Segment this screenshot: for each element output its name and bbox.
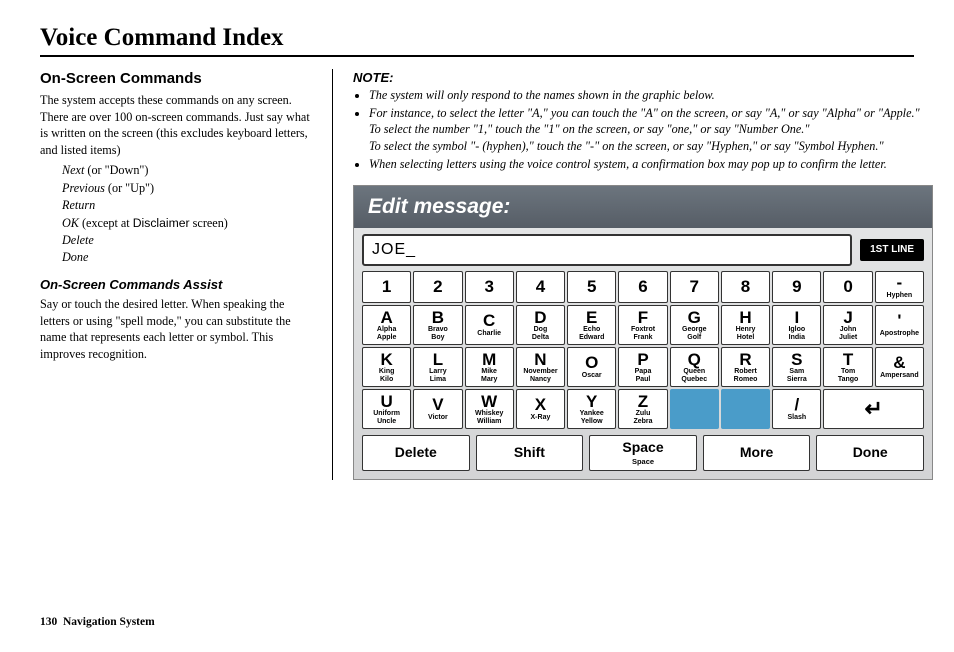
onscreen-body: The system accepts these commands on any… <box>40 92 310 158</box>
key-e[interactable]: EEcho Edward <box>567 305 616 345</box>
key-z[interactable]: ZZulu Zebra <box>618 389 667 429</box>
key-u[interactable]: UUniform Uncle <box>362 389 411 429</box>
bullet-2: For instance, to select the letter "A," … <box>369 105 933 154</box>
page-footer: 130 Navigation System <box>40 616 155 628</box>
key-hyphen[interactable]: -Hyphen <box>875 271 924 303</box>
key-t[interactable]: TTom Tango <box>823 347 872 387</box>
key-blank <box>721 389 770 429</box>
key-v[interactable]: VVictor <box>413 389 462 429</box>
btn-done[interactable]: Done <box>816 435 924 471</box>
key-0[interactable]: 0 <box>823 271 872 303</box>
key-3[interactable]: 3 <box>465 271 514 303</box>
key-l[interactable]: LLarry Lima <box>413 347 462 387</box>
page-number: 130 <box>40 616 57 628</box>
number-row: 1234567890-Hyphen <box>362 271 924 303</box>
page-title: Voice Command Index <box>40 24 914 57</box>
key-blank <box>670 389 719 429</box>
btn-shift[interactable]: Shift <box>476 435 584 471</box>
key-5[interactable]: 5 <box>567 271 616 303</box>
key-9[interactable]: 9 <box>772 271 821 303</box>
key-p[interactable]: PPapa Paul <box>618 347 667 387</box>
key-j[interactable]: JJohn Juliet <box>823 305 872 345</box>
btn-delete[interactable]: Delete <box>362 435 470 471</box>
bottom-row: DeleteShiftSpaceSpaceMoreDone <box>362 435 924 471</box>
key-b[interactable]: BBravo Boy <box>413 305 462 345</box>
key-1[interactable]: 1 <box>362 271 411 303</box>
key-6[interactable]: 6 <box>618 271 667 303</box>
key-x[interactable]: XX-Ray <box>516 389 565 429</box>
letter-row-2: KKing KiloLLarry LimaMMike MaryNNovember… <box>362 347 924 387</box>
key-r[interactable]: RRobert Romeo <box>721 347 770 387</box>
key-a[interactable]: AAlpha Apple <box>362 305 411 345</box>
bullet-3: When selecting letters using the voice c… <box>369 156 933 172</box>
assist-heading: On-Screen Commands Assist <box>40 276 310 294</box>
key-g[interactable]: GGeorge Golf <box>670 305 719 345</box>
key-n[interactable]: NNovember Nancy <box>516 347 565 387</box>
note-label: NOTE: <box>353 69 933 87</box>
left-column: On-Screen Commands The system accepts th… <box>40 69 310 480</box>
key-q[interactable]: QQueen Quebec <box>670 347 719 387</box>
letter-row-3: UUniform UncleVVictorWWhiskey WilliamXX-… <box>362 389 924 429</box>
key-y[interactable]: YYankee Yellow <box>567 389 616 429</box>
bullet-1: The system will only respond to the name… <box>369 87 933 103</box>
footer-label: Navigation System <box>63 616 155 628</box>
key-s[interactable]: SSam Sierra <box>772 347 821 387</box>
onscreen-heading: On-Screen Commands <box>40 69 310 89</box>
line-badge[interactable]: 1ST LINE <box>860 239 924 261</box>
key-'[interactable]: 'Apostrophe <box>875 305 924 345</box>
key-2[interactable]: 2 <box>413 271 462 303</box>
message-input[interactable]: JOE_ <box>362 234 852 266</box>
key-d[interactable]: DDog Delta <box>516 305 565 345</box>
screen-title: Edit message: <box>354 186 932 228</box>
edit-message-screen: Edit message: JOE_ 1ST LINE 1234567890-H… <box>353 185 933 480</box>
key-&[interactable]: &Ampersand <box>875 347 924 387</box>
right-column: NOTE: The system will only respond to th… <box>332 69 933 480</box>
note-bullets: The system will only respond to the name… <box>363 87 933 173</box>
key-i[interactable]: IIgloo India <box>772 305 821 345</box>
key-c[interactable]: CCharlie <box>465 305 514 345</box>
key-h[interactable]: HHenry Hotel <box>721 305 770 345</box>
assist-body: Say or touch the desired letter. When sp… <box>40 296 310 362</box>
key-k[interactable]: KKing Kilo <box>362 347 411 387</box>
command-list: Next (or "Down") Previous (or "Up") Retu… <box>62 162 310 266</box>
key-4[interactable]: 4 <box>516 271 565 303</box>
btn-more[interactable]: More <box>703 435 811 471</box>
key-enter[interactable]: ↵ <box>823 389 924 429</box>
key-8[interactable]: 8 <box>721 271 770 303</box>
key-w[interactable]: WWhiskey William <box>465 389 514 429</box>
letter-row-1: AAlpha AppleBBravo BoyCCharlieDDog Delta… <box>362 305 924 345</box>
key-m[interactable]: MMike Mary <box>465 347 514 387</box>
key-f[interactable]: FFoxtrot Frank <box>618 305 667 345</box>
btn-space[interactable]: SpaceSpace <box>589 435 697 471</box>
key-o[interactable]: OOscar <box>567 347 616 387</box>
key-slash[interactable]: /Slash <box>772 389 821 429</box>
key-7[interactable]: 7 <box>670 271 719 303</box>
